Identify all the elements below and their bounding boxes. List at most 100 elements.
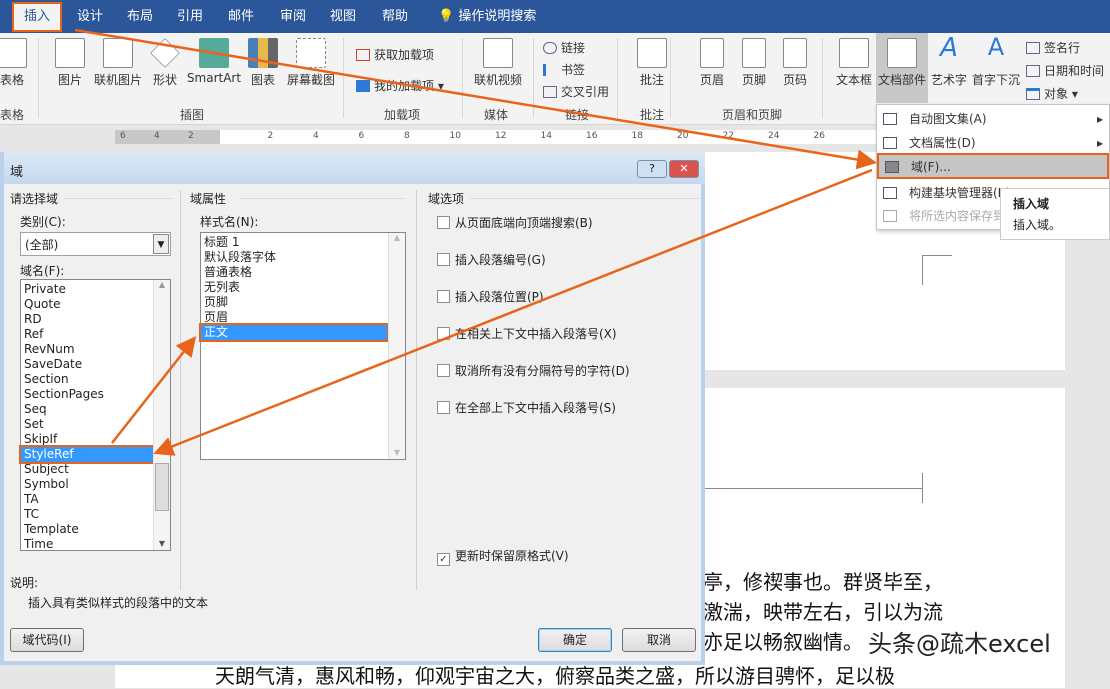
comment-button[interactable]: 批注 bbox=[632, 33, 672, 88]
option-checkbox[interactable]: 从页面底端向顶端搜索(B) bbox=[437, 214, 593, 231]
scroll-up-icon[interactable]: ▲ bbox=[389, 233, 405, 242]
field-name-item[interactable]: Section bbox=[21, 372, 153, 387]
option-checkbox[interactable]: 插入段落位置(P) bbox=[437, 288, 544, 305]
field-name-item[interactable]: SaveDate bbox=[21, 357, 153, 372]
field-names-list[interactable]: PrivateQuoteRDRefRevNumSaveDateSectionSe… bbox=[20, 279, 171, 551]
tab-view[interactable]: 视图 bbox=[320, 0, 366, 33]
chart-button[interactable]: 图表 bbox=[246, 33, 280, 88]
header-button[interactable]: 页眉 bbox=[692, 33, 732, 88]
tab-help[interactable]: 帮助 bbox=[372, 0, 418, 33]
table-button[interactable]: 表格 bbox=[0, 33, 30, 88]
my-addins-button[interactable]: 我的加载项 ▾ bbox=[356, 77, 444, 94]
scroll-thumb[interactable] bbox=[155, 463, 169, 511]
field-name-item[interactable]: Set bbox=[21, 417, 153, 432]
field-name-item[interactable]: Ref bbox=[21, 327, 153, 342]
field-name-item[interactable]: StyleRef bbox=[21, 447, 153, 462]
field-name-item[interactable]: Time bbox=[21, 537, 153, 552]
footer-button[interactable]: 页脚 bbox=[734, 33, 774, 88]
textbox-icon bbox=[839, 38, 869, 68]
menu-item-field[interactable]: 域(F)... bbox=[877, 153, 1109, 179]
scrollbar[interactable]: ▲▼ bbox=[153, 280, 170, 550]
field-icon bbox=[885, 161, 899, 173]
cancel-button[interactable]: 取消 bbox=[622, 628, 696, 652]
tab-review[interactable]: 审阅 bbox=[270, 0, 316, 33]
field-name-item[interactable]: TC bbox=[21, 507, 153, 522]
category-select[interactable]: (全部)▼ bbox=[20, 232, 171, 256]
tab-mailings[interactable]: 邮件 bbox=[218, 0, 264, 33]
tab-references[interactable]: 引用 bbox=[167, 0, 213, 33]
label: 更新时保留原格式(V) bbox=[455, 549, 569, 563]
quick-parts-button[interactable]: 文档部件 bbox=[876, 33, 928, 103]
menu-item-document-property[interactable]: 文档属性(D)▸ bbox=[877, 131, 1109, 155]
tell-me-search[interactable]: 💡 操作说明搜索 bbox=[428, 0, 546, 33]
label: 图片 bbox=[58, 73, 82, 87]
signature-line-button[interactable]: 签名行 bbox=[1026, 39, 1080, 56]
scroll-down-icon[interactable]: ▼ bbox=[154, 539, 170, 548]
scroll-up-icon[interactable]: ▲ bbox=[154, 280, 170, 289]
online-picture-button[interactable]: 联机图片 bbox=[90, 33, 146, 88]
chevron-down-icon[interactable]: ▼ bbox=[153, 234, 169, 254]
picture-button[interactable]: 图片 bbox=[52, 33, 88, 88]
label: 自动图文集(A) bbox=[909, 112, 987, 126]
horizontal-ruler[interactable]: 6422468101214161820222426 bbox=[115, 130, 880, 144]
page-number-button[interactable]: 页码 bbox=[775, 33, 815, 88]
wordart-button[interactable]: A艺术字 bbox=[928, 33, 970, 88]
menu-item-autotext[interactable]: 自动图文集(A)▸ bbox=[877, 107, 1109, 131]
field-name-item[interactable]: SectionPages bbox=[21, 387, 153, 402]
style-name-item[interactable]: 普通表格 bbox=[201, 265, 387, 280]
field-name-item[interactable]: Symbol bbox=[21, 477, 153, 492]
help-button[interactable]: ? bbox=[637, 160, 667, 178]
ok-button[interactable]: 确定 bbox=[538, 628, 612, 652]
field-name-item[interactable]: RD bbox=[21, 312, 153, 327]
field-name-item[interactable]: Quote bbox=[21, 297, 153, 312]
field-name-item[interactable]: Private bbox=[21, 282, 153, 297]
style-name-item[interactable]: 页眉 bbox=[201, 310, 387, 325]
cross-reference-button[interactable]: 交叉引用 bbox=[543, 83, 609, 100]
field-codes-button[interactable]: 域代码(I) bbox=[10, 628, 84, 652]
store-icon bbox=[356, 49, 370, 61]
quick-parts-icon bbox=[887, 38, 917, 68]
field-name-item[interactable]: Subject bbox=[21, 462, 153, 477]
tab-insert[interactable]: 插入 bbox=[12, 2, 62, 32]
link-button[interactable]: 链接 bbox=[543, 39, 585, 56]
option-checkbox[interactable]: 插入段落编号(G) bbox=[437, 251, 546, 268]
dialog-titlebar[interactable]: 域 ? ✕ bbox=[4, 152, 705, 184]
online-video-button[interactable]: 联机视频 bbox=[470, 33, 526, 88]
tab-layout[interactable]: 布局 bbox=[117, 0, 163, 33]
smartart-button[interactable]: SmartArt bbox=[184, 33, 244, 85]
field-name-item[interactable]: RevNum bbox=[21, 342, 153, 357]
field-name-item[interactable]: Template bbox=[21, 522, 153, 537]
autotext-icon bbox=[883, 113, 897, 125]
video-icon bbox=[483, 38, 513, 68]
field-name-item[interactable]: TA bbox=[21, 492, 153, 507]
bookmark-button[interactable]: 书签 bbox=[543, 61, 585, 78]
ruler-tick-label: 14 bbox=[541, 131, 552, 141]
style-name-item[interactable]: 标题 1 bbox=[201, 235, 387, 250]
drop-cap-button[interactable]: A首字下沉 bbox=[970, 33, 1022, 88]
get-addins-button[interactable]: 获取加载项 bbox=[356, 46, 434, 63]
field-name-item[interactable]: Seq bbox=[21, 402, 153, 417]
date-time-button[interactable]: 日期和时间 bbox=[1026, 62, 1104, 79]
screenshot-button[interactable]: 屏幕截图 bbox=[284, 33, 338, 88]
style-name-item[interactable]: 正文 bbox=[201, 325, 387, 340]
style-name-item[interactable]: 默认段落字体 bbox=[201, 250, 387, 265]
style-name-item[interactable]: 页脚 bbox=[201, 295, 387, 310]
field-name-item[interactable]: SkipIf bbox=[21, 432, 153, 447]
close-button[interactable]: ✕ bbox=[669, 160, 699, 178]
option-checkbox[interactable]: 取消所有没有分隔符号的字符(D) bbox=[437, 362, 630, 379]
option-checkbox[interactable]: 在全部上下文中插入段落号(S) bbox=[437, 399, 616, 416]
object-button[interactable]: 对象 ▾ bbox=[1026, 85, 1078, 102]
preserve-formatting-checkbox[interactable]: ✓更新时保留原格式(V) bbox=[437, 547, 569, 566]
tab-design[interactable]: 设计 bbox=[67, 0, 113, 33]
scrollbar[interactable]: ▲▼ bbox=[388, 233, 405, 459]
tooltip-title: 插入域 bbox=[1013, 195, 1097, 212]
ruler-tick-label: 24 bbox=[768, 131, 779, 141]
style-name-item[interactable]: 无列表 bbox=[201, 280, 387, 295]
option-checkbox[interactable]: 在相关上下文中插入段落号(X) bbox=[437, 325, 617, 342]
shapes-button[interactable]: 形状 bbox=[148, 33, 182, 88]
style-names-list[interactable]: 标题 1默认段落字体普通表格无列表页脚页眉正文▲▼ bbox=[200, 232, 406, 460]
scroll-down-icon[interactable]: ▼ bbox=[389, 448, 405, 457]
textbox-button[interactable]: 文本框 bbox=[832, 33, 876, 88]
document-property-icon bbox=[883, 137, 897, 149]
smartart-icon bbox=[199, 38, 229, 68]
